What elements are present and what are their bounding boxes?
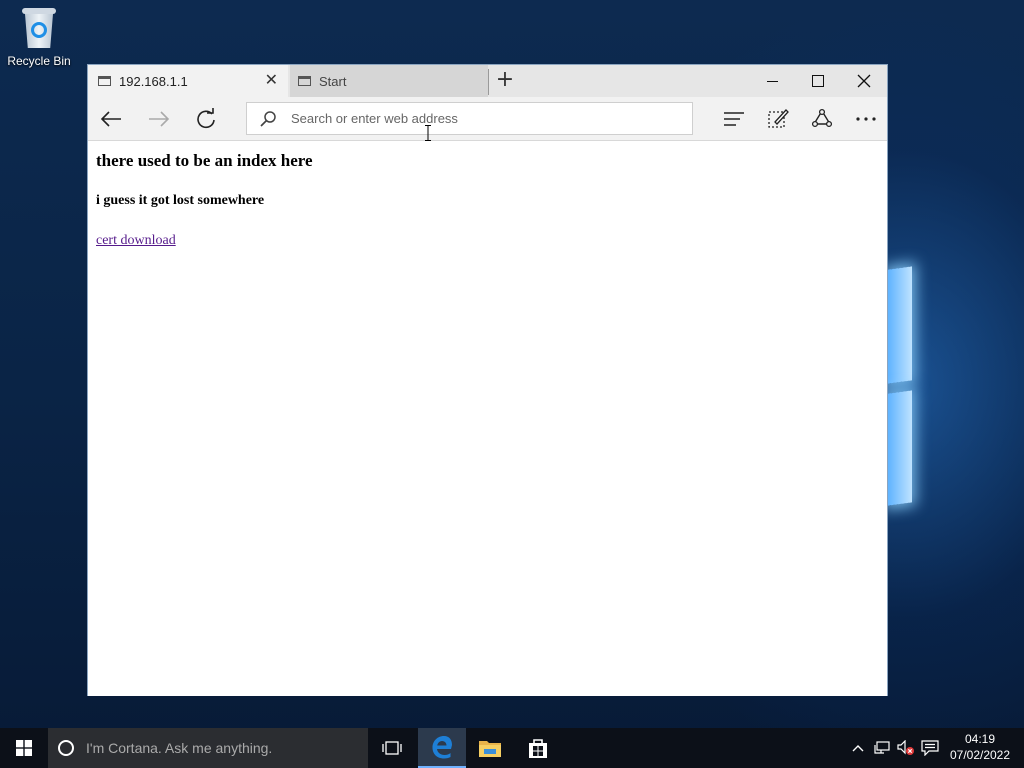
network-button[interactable] [870,728,894,768]
page-icon [298,76,311,86]
new-tab-button[interactable]: + [492,69,518,93]
address-bar[interactable] [246,102,693,135]
forward-button[interactable] [141,103,177,135]
desktop-icon-label: Recycle Bin [7,54,71,68]
network-icon [874,741,890,754]
chevron-up-icon [852,745,864,752]
minimize-button[interactable] [749,65,795,97]
tab-bar: 192.168.1.1 ✕ Start + [88,65,887,97]
start-button[interactable] [0,728,48,768]
clock-time: 04:19 [964,732,996,746]
file-explorer-icon [479,741,501,757]
back-button[interactable] [93,103,129,135]
page-heading: there used to be an index here [96,151,313,170]
edge-browser-window: 192.168.1.1 ✕ Start + Search or enter we… [87,64,888,696]
task-view-icon [382,741,402,755]
maximize-icon [812,75,824,87]
store-icon [529,739,547,758]
desktop-icon-recycle-bin[interactable]: Recycle Bin [4,6,74,68]
cert-download-link[interactable]: cert download [96,233,176,249]
windows-start-icon [16,740,32,756]
more-icon [856,117,876,121]
recycle-bin-icon [21,6,57,50]
system-tray [846,728,942,768]
share-icon [811,108,833,128]
taskbar-edge[interactable] [418,728,466,768]
tab-title: 192.168.1.1 [119,73,188,89]
web-note-button[interactable] [760,103,796,135]
cortana-search-box[interactable]: I'm Cortana. Ask me anything. [48,728,368,768]
close-icon [857,74,871,88]
close-window-button[interactable] [841,65,887,97]
cortana-icon [58,740,74,756]
search-icon [260,110,276,127]
minimize-icon [766,80,778,82]
forward-icon [149,111,170,127]
tab-start[interactable]: Start [290,65,488,97]
maximize-button[interactable] [795,65,841,97]
edge-icon [432,736,452,759]
hub-icon [724,112,744,126]
taskbar-clock[interactable]: 04:19 07/02/2022 [944,731,1016,763]
action-center-button[interactable] [918,728,942,768]
hub-button[interactable] [716,103,752,135]
text-cursor-icon [425,125,431,141]
refresh-icon [197,108,215,129]
refresh-button[interactable] [188,103,224,135]
volume-muted-icon [897,740,914,755]
page-content: there used to be an index here i guess i… [88,141,887,696]
tab-divider [488,69,489,95]
web-note-icon [768,109,789,128]
address-input[interactable] [289,110,673,127]
taskbar: I'm Cortana. Ask me anything. 04:19 07/0… [0,728,1024,768]
task-view-button[interactable] [368,728,416,768]
volume-button[interactable] [894,728,918,768]
page-subheading: i guess it got lost somewhere [96,193,265,208]
notification-icon [921,740,939,756]
tab-192-168-1-1[interactable]: 192.168.1.1 ✕ [88,65,288,97]
taskbar-store[interactable] [514,728,562,768]
show-hidden-icons-button[interactable] [846,728,870,768]
back-icon [100,111,121,127]
windows-logo-wallpaper [888,262,914,512]
more-button[interactable] [848,103,884,135]
close-tab-icon[interactable]: ✕ [265,73,278,89]
clock-date: 07/02/2022 [949,748,1011,762]
taskbar-file-explorer[interactable] [466,728,514,768]
share-button[interactable] [804,103,840,135]
page-icon [98,76,111,86]
tab-title: Start [319,73,347,89]
browser-toolbar [88,97,887,141]
cortana-placeholder: I'm Cortana. Ask me anything. [86,740,273,756]
